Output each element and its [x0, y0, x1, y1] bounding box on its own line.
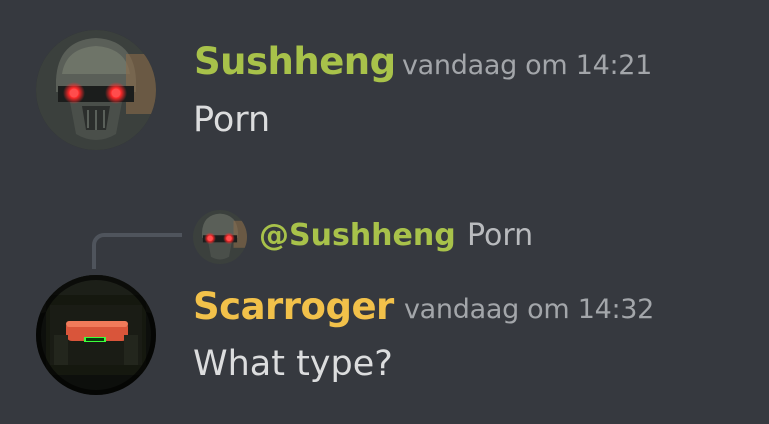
reply-spine — [92, 233, 182, 269]
message-timestamp: vandaag om 14:32 — [404, 294, 654, 325]
chat-message-list: Sushheng vandaag om 14:21 Porn @Sushheng… — [0, 0, 769, 424]
masked-soldier-red-eyes-icon — [193, 210, 247, 264]
message-author[interactable]: Sushheng — [194, 40, 396, 84]
message-content: Porn — [193, 100, 271, 140]
message-author[interactable]: Scarroger — [193, 285, 394, 329]
message-timestamp: vandaag om 14:21 — [402, 50, 652, 81]
user-avatar[interactable] — [36, 275, 156, 395]
message-content: What type? — [193, 344, 393, 384]
reply-mention[interactable]: @Sushheng — [259, 217, 456, 255]
masked-soldier-red-eyes-icon — [36, 30, 156, 150]
visor-helmet-icon — [36, 275, 156, 395]
reply-avatar[interactable] — [193, 210, 247, 264]
user-avatar[interactable] — [36, 30, 156, 150]
reply-preview[interactable]: Porn — [467, 217, 533, 255]
